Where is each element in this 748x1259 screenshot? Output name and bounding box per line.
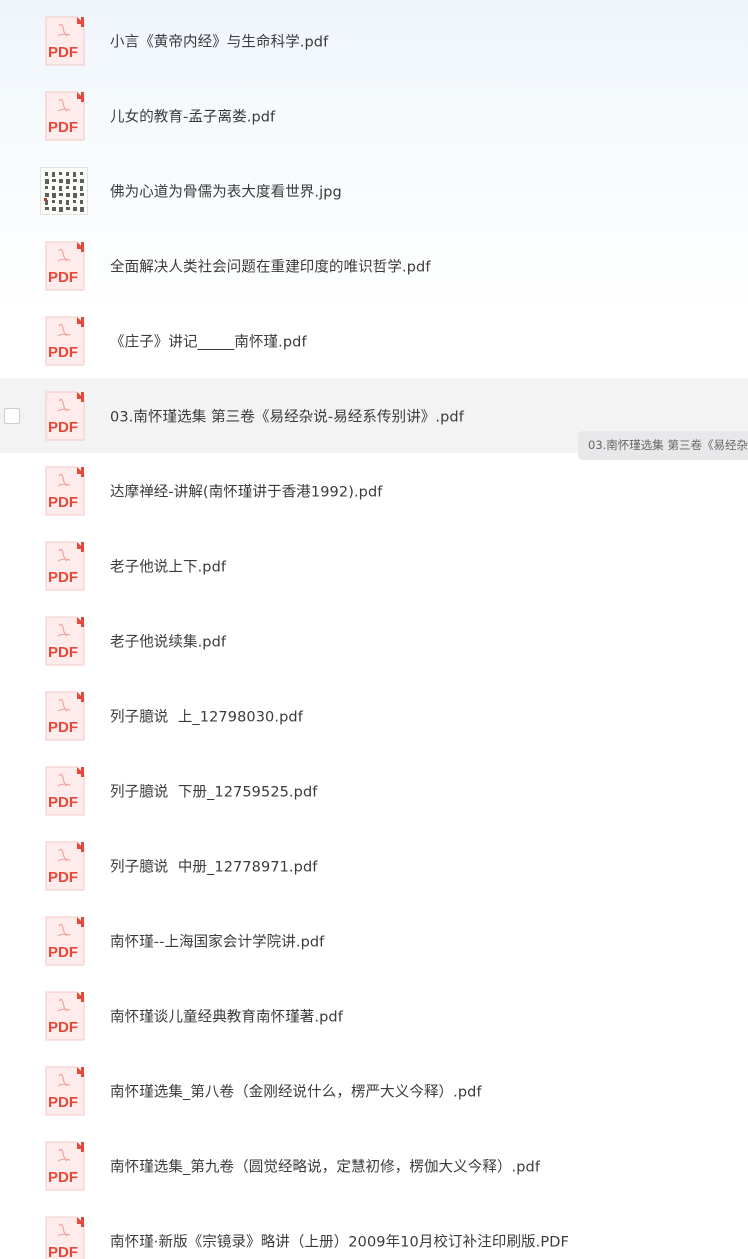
- file-row[interactable]: PDF 南怀瑾--上海国家会计学院讲.pdf: [0, 903, 748, 978]
- file-name[interactable]: 03.南怀瑾选集 第三卷《易经杂说-易经系传别讲》.pdf: [110, 405, 464, 426]
- svg-text:PDF: PDF: [48, 494, 78, 511]
- file-row[interactable]: PDF 老子他说上下.pdf: [0, 528, 748, 603]
- file-name[interactable]: 列子臆说 下册_12759525.pdf: [110, 780, 318, 801]
- svg-text:PDF: PDF: [48, 269, 78, 286]
- pdf-icon: PDF: [43, 841, 85, 891]
- svg-text:PDF: PDF: [48, 719, 78, 736]
- file-name[interactable]: 列子臆说 上_12798030.pdf: [110, 705, 303, 726]
- file-row[interactable]: PDF 《庄子》讲记_____南怀瑾.pdf: [0, 303, 748, 378]
- file-name[interactable]: 南怀瑾选集_第八卷（金刚经说什么，楞严大义今释）.pdf: [110, 1080, 482, 1101]
- pdf-icon: PDF: [43, 241, 85, 291]
- filename-tooltip: 03.南怀瑾选集 第三卷《易经杂: [578, 431, 748, 460]
- svg-text:PDF: PDF: [48, 419, 78, 436]
- svg-text:PDF: PDF: [48, 569, 78, 586]
- image-thumbnail: [40, 166, 88, 215]
- file-row[interactable]: PDF 南怀瑾选集_第八卷（金刚经说什么，楞严大义今释）.pdf: [0, 1053, 748, 1128]
- pdf-icon: PDF: [43, 616, 85, 666]
- svg-text:PDF: PDF: [48, 869, 78, 886]
- file-name[interactable]: 小言《黄帝内经》与生命科学.pdf: [110, 30, 328, 51]
- pdf-icon: PDF: [43, 916, 85, 966]
- svg-text:PDF: PDF: [48, 944, 78, 961]
- pdf-icon: PDF: [43, 316, 85, 366]
- pdf-icon: PDF: [43, 991, 85, 1041]
- svg-text:PDF: PDF: [48, 44, 78, 61]
- file-name[interactable]: 全面解决人类社会问题在重建印度的唯识哲学.pdf: [110, 255, 431, 276]
- pdf-icon: PDF: [43, 1066, 85, 1116]
- svg-text:PDF: PDF: [48, 794, 78, 811]
- svg-text:PDF: PDF: [48, 119, 78, 136]
- file-name[interactable]: 佛为心道为骨儒为表大度看世界.jpg: [110, 180, 342, 201]
- file-row[interactable]: PDF 南怀瑾·新版《宗镜录》略讲（上册）2009年10月校订补注印刷版.PDF: [0, 1203, 748, 1259]
- file-name[interactable]: 列子臆说 中册_12778971.pdf: [110, 855, 318, 876]
- pdf-icon: PDF: [43, 541, 85, 591]
- svg-text:PDF: PDF: [48, 1019, 78, 1036]
- file-row[interactable]: PDF 全面解决人类社会问题在重建印度的唯识哲学.pdf: [0, 228, 748, 303]
- row-checkbox[interactable]: [4, 407, 20, 424]
- file-name[interactable]: 儿女的教育-孟子离娄.pdf: [110, 105, 275, 126]
- pdf-icon: PDF: [43, 766, 85, 816]
- file-row[interactable]: PDF 达摩禅经-讲解(南怀瑾讲于香港1992).pdf: [0, 453, 748, 528]
- file-name[interactable]: 南怀瑾--上海国家会计学院讲.pdf: [110, 930, 324, 951]
- pdf-icon: PDF: [43, 16, 85, 66]
- pdf-icon: PDF: [43, 691, 85, 741]
- file-browser: PDF 小言《黄帝内经》与生命科学.pdf PDF 儿女的教育-孟子离娄.pdf…: [0, 0, 748, 1259]
- svg-text:PDF: PDF: [48, 1094, 78, 1111]
- file-list: PDF 小言《黄帝内经》与生命科学.pdf PDF 儿女的教育-孟子离娄.pdf…: [0, 3, 748, 1259]
- pdf-icon: PDF: [43, 1141, 85, 1191]
- pdf-icon: PDF: [43, 391, 85, 441]
- pdf-icon: PDF: [43, 91, 85, 141]
- file-row[interactable]: PDF 列子臆说 下册_12759525.pdf: [0, 753, 748, 828]
- file-row[interactable]: PDF 儿女的教育-孟子离娄.pdf: [0, 78, 748, 153]
- file-name[interactable]: 南怀瑾·新版《宗镜录》略讲（上册）2009年10月校订补注印刷版.PDF: [110, 1230, 569, 1251]
- file-name[interactable]: 老子他说续集.pdf: [110, 630, 226, 651]
- svg-text:PDF: PDF: [48, 1169, 78, 1186]
- pdf-icon: PDF: [43, 466, 85, 516]
- svg-text:PDF: PDF: [48, 644, 78, 661]
- file-row[interactable]: PDF 老子他说续集.pdf: [0, 603, 748, 678]
- file-row[interactable]: PDF 小言《黄帝内经》与生命科学.pdf: [0, 3, 748, 78]
- file-name[interactable]: 《庄子》讲记_____南怀瑾.pdf: [110, 330, 307, 351]
- svg-text:PDF: PDF: [48, 1244, 78, 1259]
- pdf-icon: PDF: [43, 1216, 85, 1259]
- file-row[interactable]: 佛为心道为骨儒为表大度看世界.jpg: [0, 153, 748, 228]
- file-name[interactable]: 达摩禅经-讲解(南怀瑾讲于香港1992).pdf: [110, 480, 382, 501]
- file-row[interactable]: PDF 南怀瑾谈儿童经典教育南怀瑾著.pdf: [0, 978, 748, 1053]
- file-name[interactable]: 南怀瑾谈儿童经典教育南怀瑾著.pdf: [110, 1005, 343, 1026]
- file-name[interactable]: 南怀瑾选集_第九卷（圆觉经略说，定慧初修，楞伽大义今释）.pdf: [110, 1155, 540, 1176]
- file-name[interactable]: 老子他说上下.pdf: [110, 555, 226, 576]
- file-row[interactable]: PDF 列子臆说 中册_12778971.pdf: [0, 828, 748, 903]
- svg-text:PDF: PDF: [48, 344, 78, 361]
- file-row[interactable]: PDF 南怀瑾选集_第九卷（圆觉经略说，定慧初修，楞伽大义今释）.pdf: [0, 1128, 748, 1203]
- file-row[interactable]: PDF 列子臆说 上_12798030.pdf: [0, 678, 748, 753]
